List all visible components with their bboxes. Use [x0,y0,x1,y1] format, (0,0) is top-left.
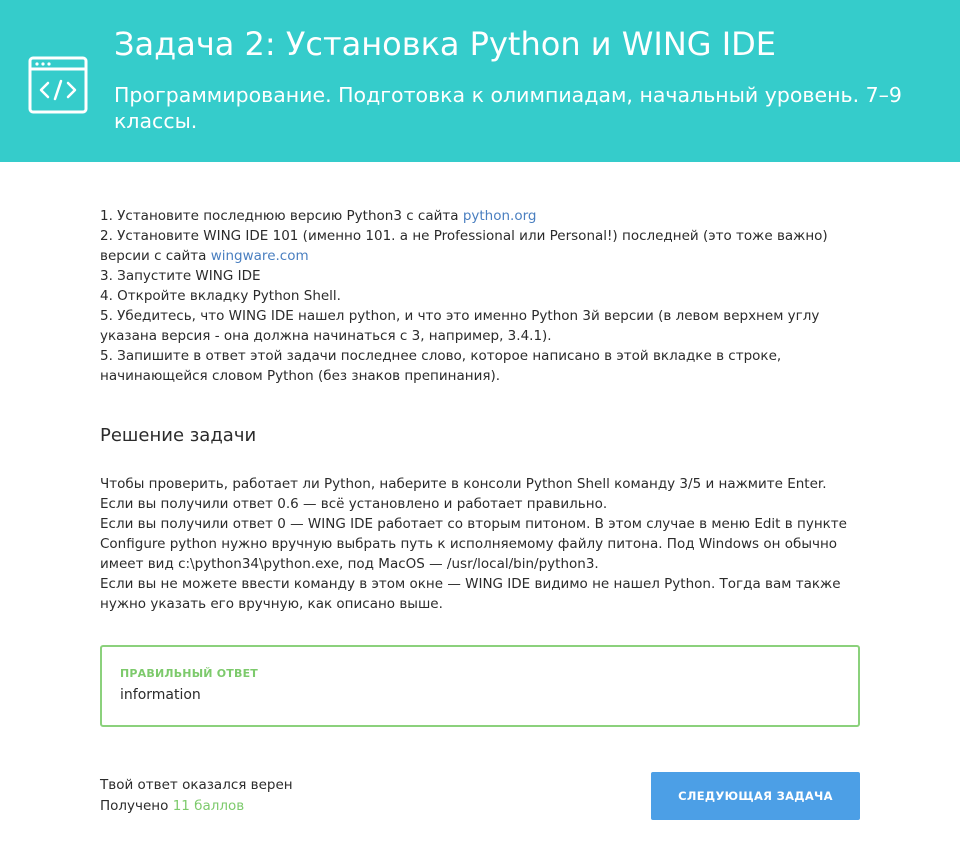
solution-paragraph: Если вы получили ответ 0.6 — всё установ… [100,496,608,512]
task-step-3: 3. Запустите WING IDE [100,268,261,284]
correct-answer-label: ПРАВИЛЬНЫЙ ОТВЕТ [120,667,258,680]
result-summary: Твой ответ оказался верен Получено 11 ба… [100,775,293,817]
course-subtitle: Программирование. Подготовка к олимпиада… [114,83,902,133]
points-value: 11 баллов [172,798,245,814]
task-step-6: 5. Запишите в ответ этой задачи последне… [100,348,782,384]
task-description: 1. Установите последнюю версию Python3 с… [100,206,840,386]
task-step-1: 1. Установите последнюю версию Python3 с… [100,208,537,224]
points-received: Получено 11 баллов [100,798,245,814]
wingware-link[interactable]: wingware.com [211,248,309,264]
solution-text: Чтобы проверить, работает ли Python, наб… [100,474,860,614]
python-org-link[interactable]: python.org [463,208,537,224]
task-step-4: 4. Откройте вкладку Python Shell. [100,288,341,304]
solution-heading: Решение задачи [100,425,257,446]
solution-paragraph: Если вы не можете ввести команду в этом … [100,576,841,612]
code-window-icon [28,56,88,114]
page-title: Задача 2: Установка Python и WING IDE [114,25,777,63]
task-step-2: 2. Установите WING IDE 101 (именно 101. … [100,228,828,264]
correct-answer-value: information [120,687,201,703]
next-task-button[interactable]: СЛЕДУЮЩАЯ ЗАДАЧА [651,772,860,820]
correct-answer-box: ПРАВИЛЬНЫЙ ОТВЕТ information [100,645,860,727]
solution-paragraph: Если вы получили ответ 0 — WING IDE рабо… [100,516,847,572]
result-status: Твой ответ оказался верен [100,777,293,793]
solution-paragraph: Чтобы проверить, работает ли Python, наб… [100,476,827,492]
task-step-5: 5. Убедитесь, что WING IDE нашел python,… [100,308,820,344]
header: Задача 2: Установка Python и WING IDE Пр… [0,0,960,162]
